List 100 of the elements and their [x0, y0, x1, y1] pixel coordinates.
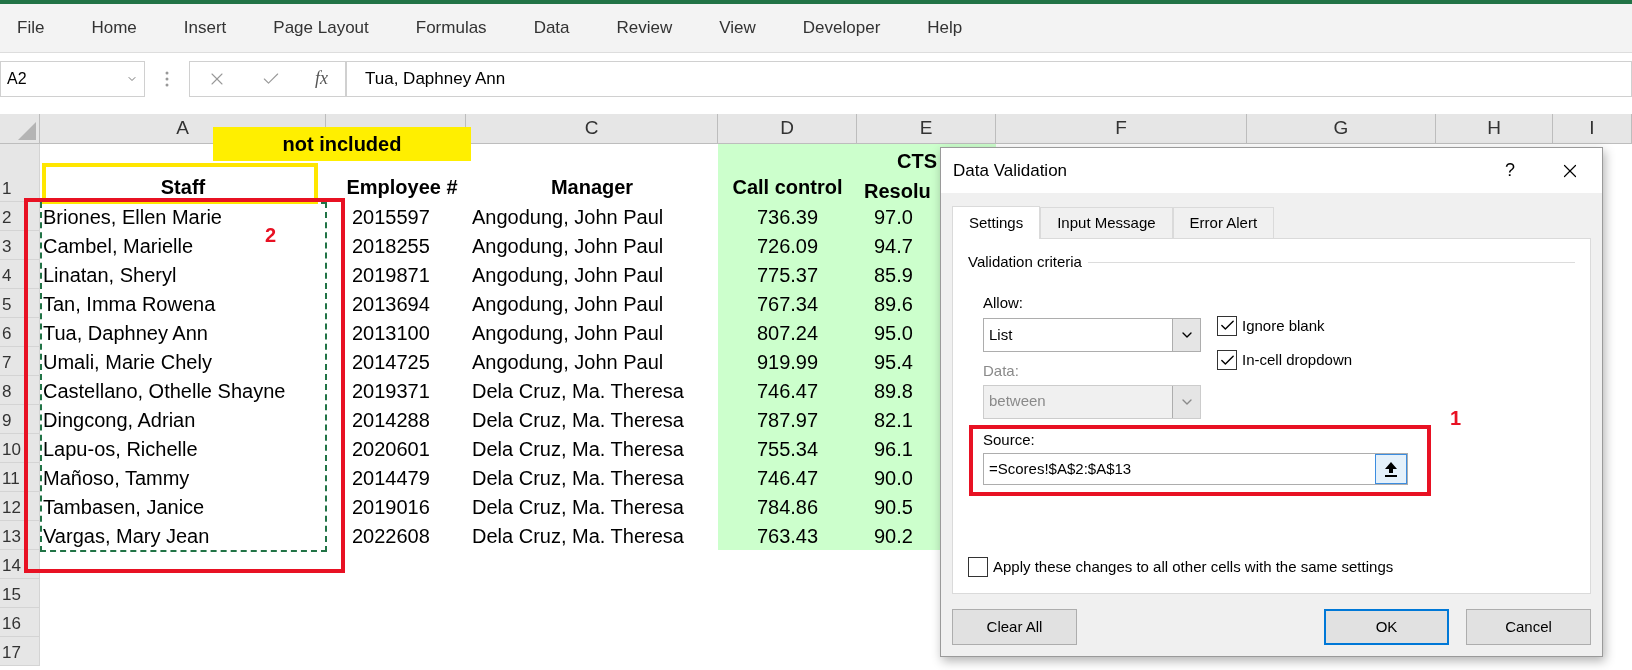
dialog-button[interactable]: OK — [1324, 609, 1449, 645]
table-cell: 919.99 — [756, 351, 819, 373]
table-cell: 94.7 — [874, 235, 913, 257]
table-cell: 2019016 — [352, 496, 430, 518]
field-label: Data: — [983, 361, 1020, 381]
column-heading: Resolu — [864, 179, 931, 204]
field-label: Allow: — [983, 292, 1024, 313]
triangle-icon — [18, 122, 36, 140]
dialog-tab[interactable]: Error Alert — [1172, 207, 1275, 238]
menu-tab[interactable]: Home — [91, 15, 137, 41]
table-cell: Angodung, John Paul — [472, 293, 664, 315]
table-cell: 2013100 — [352, 322, 430, 344]
table-cell: 95.4 — [874, 351, 913, 373]
section-heading: Validation criteria — [968, 252, 1082, 272]
column-heading: Staff — [160, 175, 206, 200]
table-cell: Tua, Daphney Ann — [43, 322, 208, 344]
checkbox-label: Ignore blank — [1242, 315, 1325, 336]
table-cell: Dela Cruz, Ma. Theresa — [472, 438, 684, 460]
insert-function-button[interactable]: fx — [315, 65, 328, 92]
annotation-number: 1 — [1450, 406, 1462, 431]
menu-tab[interactable]: File — [17, 15, 45, 41]
collapse-button[interactable] — [1375, 454, 1407, 484]
table-cell: 2022608 — [352, 525, 430, 547]
table-cell: 736.39 — [756, 206, 819, 228]
annotation-number: 2 — [265, 223, 277, 248]
checkbox[interactable] — [968, 556, 988, 577]
table-cell: 82.1 — [874, 409, 913, 431]
drag-handle-icon — [165, 70, 169, 87]
menu-tab[interactable]: Insert — [183, 15, 227, 41]
menu-tab[interactable]: Formulas — [415, 15, 487, 41]
table-cell: 89.6 — [874, 293, 913, 315]
column-header[interactable]: E — [919, 114, 933, 143]
table-cell: 746.47 — [756, 380, 819, 402]
table-cell: Tambasen, Janice — [43, 496, 205, 518]
table-cell: Linatan, Sheryl — [43, 264, 177, 286]
column-header[interactable]: F — [1115, 114, 1127, 143]
dialog-button[interactable]: Clear All — [952, 609, 1077, 645]
row-header[interactable]: 1 — [2, 175, 12, 201]
menu-tab[interactable]: Review — [616, 15, 673, 41]
table-cell: 2018255 — [352, 235, 430, 257]
table-cell: Angodung, John Paul — [472, 351, 664, 373]
table-cell: 755.34 — [756, 438, 819, 460]
table-cell: 775.37 — [756, 264, 819, 286]
table-cell: Lapu-os, Richelle — [43, 438, 198, 460]
table-cell: 2019371 — [352, 380, 430, 402]
table-cell: 2014288 — [352, 409, 430, 431]
annotation-label: not included — [213, 127, 471, 161]
menu-tab[interactable]: View — [719, 15, 756, 41]
table-cell: 89.8 — [874, 380, 913, 402]
table-cell: 2015597 — [352, 206, 430, 228]
group-heading: CTS — [897, 149, 937, 174]
table-cell: Angodung, John Paul — [472, 264, 664, 286]
column-header[interactable]: D — [780, 114, 794, 143]
table-cell: Angodung, John Paul — [472, 235, 664, 257]
column-heading: Manager — [550, 175, 634, 200]
table-cell: Vargas, Mary Jean — [43, 525, 210, 547]
table-cell: 807.24 — [756, 322, 819, 344]
column-header[interactable]: H — [1487, 114, 1501, 143]
formula-bar[interactable]: Tua, Daphney Ann — [346, 60, 1632, 97]
table-cell: 767.34 — [756, 293, 819, 315]
menu-tab[interactable]: Developer — [802, 15, 881, 41]
table-cell: 2020601 — [352, 438, 430, 460]
table-cell: Dela Cruz, Ma. Theresa — [472, 409, 684, 431]
table-cell: Umali, Marie Chely — [43, 351, 212, 373]
source-field[interactable]: =Scores!$A$2:$A$13 — [983, 453, 1408, 485]
checkbox[interactable] — [1217, 350, 1237, 371]
table-cell: 90.0 — [874, 467, 913, 489]
table-cell: 90.5 — [874, 496, 913, 518]
table-cell: Dela Cruz, Ma. Theresa — [472, 467, 684, 489]
table-cell: 96.1 — [874, 438, 913, 460]
column-header[interactable]: A — [176, 114, 189, 143]
dropdown-field[interactable]: List — [983, 318, 1201, 352]
table-cell: 2013694 — [352, 293, 430, 315]
help-button[interactable]: ? — [1490, 157, 1530, 184]
table-cell: 746.47 — [756, 467, 819, 489]
dialog-button[interactable]: Cancel — [1466, 609, 1591, 645]
table-cell: Dingcong, Adrian — [43, 409, 196, 431]
dialog-tab[interactable]: Settings — [952, 206, 1041, 239]
table-cell: 784.86 — [756, 496, 819, 518]
table-cell: 95.0 — [874, 322, 913, 344]
column-header[interactable]: C — [584, 114, 599, 143]
menu-tab[interactable]: Help — [927, 15, 963, 41]
checkbox[interactable] — [1217, 315, 1237, 336]
column-heading: Employee # — [346, 175, 458, 200]
column-header[interactable]: I — [1589, 114, 1595, 143]
table-cell: Castellano, Othelle Shayne — [43, 380, 286, 402]
dialog-tab[interactable]: Input Message — [1040, 207, 1173, 238]
table-cell: Mañoso, Tammy — [43, 467, 190, 489]
checkbox-label: Apply these changes to all other cells with the same settings — [993, 556, 1394, 577]
name-box[interactable]: A2 — [0, 60, 145, 97]
column-header[interactable]: G — [1333, 114, 1349, 143]
table-cell: Tan, Imma Rowena — [43, 293, 216, 315]
table-cell: 2014725 — [352, 351, 430, 373]
checkbox-label: In-cell dropdown — [1242, 350, 1353, 370]
column-heading: Call control — [732, 175, 843, 200]
upload-arrow-icon — [1384, 461, 1398, 477]
menu-tab[interactable]: Page Layout — [273, 15, 369, 41]
dialog-title: Data Validation — [953, 159, 1069, 182]
table-cell: Briones, Ellen Marie — [43, 206, 222, 228]
menu-tab[interactable]: Data — [533, 15, 570, 41]
